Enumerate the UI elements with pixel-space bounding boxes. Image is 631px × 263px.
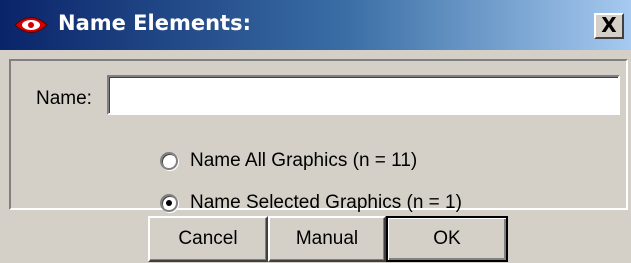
radio-name-selected-label: Name Selected Graphics (n = 1) [190, 192, 462, 213]
radio-name-selected[interactable]: Name Selected Graphics (n = 1) [160, 192, 462, 214]
ok-button[interactable]: OK [386, 216, 508, 262]
close-button[interactable]: X [594, 13, 624, 39]
radio-name-all[interactable]: Name All Graphics (n = 11) [160, 150, 417, 172]
radio-checked-dot [166, 200, 172, 206]
title-bar[interactable]: Name Elements: X [0, 0, 631, 50]
name-label: Name: [36, 88, 92, 109]
window-title: Name Elements: [58, 11, 251, 35]
name-input[interactable] [107, 75, 620, 115]
cancel-button[interactable]: Cancel [148, 216, 268, 262]
radio-name-all-button[interactable] [160, 152, 178, 170]
radio-name-all-label: Name All Graphics (n = 11) [190, 150, 418, 171]
close-icon: X [601, 13, 617, 37]
red-eye-icon [14, 17, 48, 33]
manual-button[interactable]: Manual [268, 216, 386, 262]
radio-name-selected-button[interactable] [160, 194, 178, 212]
